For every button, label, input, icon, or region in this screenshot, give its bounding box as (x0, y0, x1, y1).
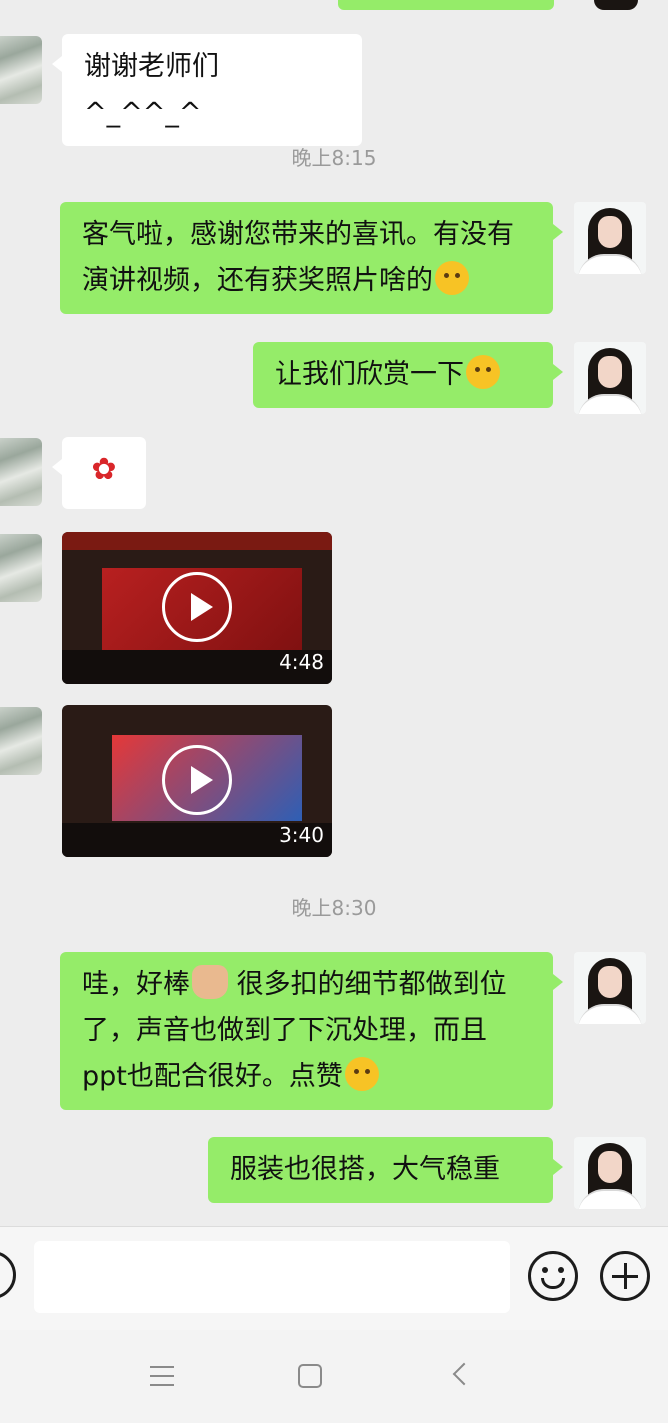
avatar-self[interactable] (574, 1137, 646, 1209)
back-icon[interactable] (452, 1362, 476, 1386)
avatar-self[interactable] (574, 952, 646, 1024)
wink-tongue-emoji-icon (435, 261, 469, 295)
message-bubble-outgoing[interactable]: 服装也很搭，大气稳重 (208, 1137, 563, 1203)
previous-message-bubble[interactable] (338, 0, 554, 10)
message-bubble-outgoing[interactable]: 让我们欣赏一下 (253, 342, 563, 408)
avatar-contact[interactable] (0, 438, 42, 506)
message-bubble-outgoing[interactable]: 哇，好棒 很多扣的细节都做到位了，声音也做到了下沉处理，而且ppt也配合很好。点… (60, 952, 563, 1110)
system-nav-bar (0, 1330, 668, 1423)
video-duration: 4:48 (279, 650, 324, 674)
message-text: 哇，好棒 (82, 969, 190, 1000)
message-bubble-outgoing[interactable]: 客气啦，感谢您带来的喜讯。有没有演讲视频，还有获奖照片啥的 (60, 202, 563, 314)
voice-icon[interactable] (0, 1251, 16, 1299)
avatar-contact[interactable] (0, 534, 42, 602)
play-icon[interactable] (162, 745, 232, 815)
avatar-self[interactable] (574, 342, 646, 414)
rose-emoji-icon: ✿ (91, 452, 117, 487)
message-input[interactable] (34, 1241, 510, 1313)
thumbs-up-emoji-icon (192, 965, 228, 999)
avatar-self-partial[interactable] (594, 0, 638, 10)
chat-area[interactable]: 谢谢老师们 ^_^^_^ 晚上8:15 客气啦，感谢您带来的喜讯。有没有演讲视频… (0, 0, 668, 1226)
timestamp: 晚上8:15 (291, 146, 377, 170)
plus-icon[interactable] (600, 1251, 650, 1301)
menu-icon[interactable] (150, 1366, 174, 1386)
emoji-icon[interactable] (528, 1251, 578, 1301)
smirk-emoji-icon (466, 355, 500, 389)
message-text: 让我们欣赏一下 (275, 359, 464, 390)
avatar-contact[interactable] (0, 36, 42, 104)
video-message[interactable]: 3:40 (62, 705, 332, 857)
message-bubble-incoming[interactable]: 谢谢老师们 ^_^^_^ (52, 34, 362, 146)
timestamp: 晚上8:30 (291, 896, 377, 920)
video-duration: 3:40 (279, 823, 324, 847)
666-emoji-icon (344, 1057, 379, 1091)
home-icon[interactable] (298, 1364, 322, 1388)
message-text: 服装也很搭，大气稳重 (230, 1154, 500, 1185)
input-bar (0, 1226, 668, 1331)
avatar-contact[interactable] (0, 707, 42, 775)
message-bubble-incoming[interactable]: ✿ (52, 437, 146, 509)
message-text: 谢谢老师们 ^_^^_^ (84, 51, 219, 128)
video-message[interactable]: 4:48 (62, 532, 332, 684)
play-icon[interactable] (162, 572, 232, 642)
avatar-self[interactable] (574, 202, 646, 274)
